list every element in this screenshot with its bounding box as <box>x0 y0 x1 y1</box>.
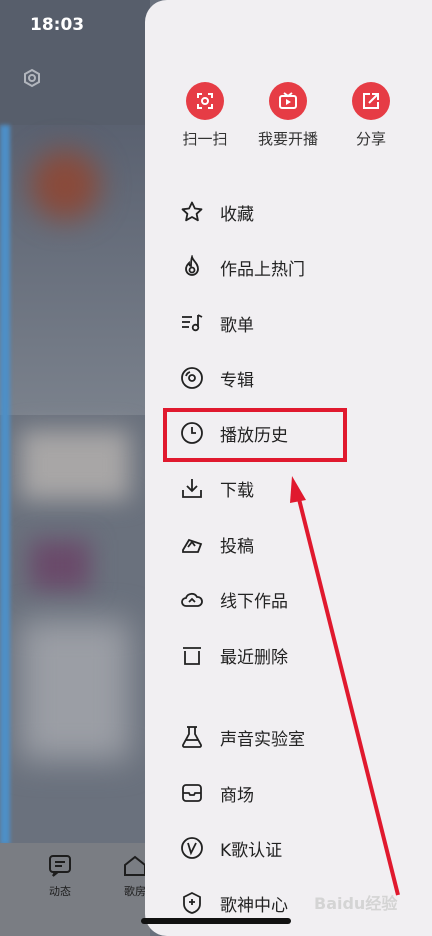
watermark: Baidu经验 <box>314 894 398 913</box>
home-indicator[interactable] <box>141 918 291 924</box>
annotation-arrow <box>290 476 400 896</box>
